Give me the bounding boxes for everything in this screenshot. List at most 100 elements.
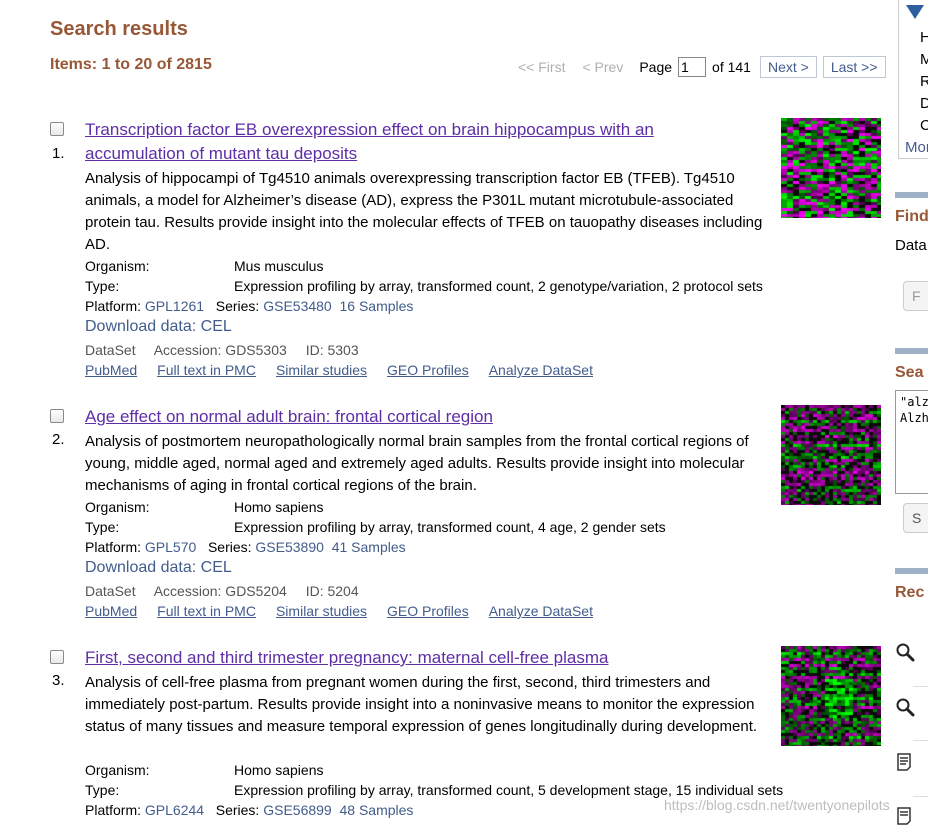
find-button[interactable]: F — [903, 281, 928, 311]
series-link[interactable]: GSE53480 — [263, 298, 332, 314]
type-value: Expression profiling by array, transform… — [234, 519, 666, 535]
download-data-link[interactable]: Download data: CEL — [85, 318, 232, 336]
recent-activity-heading: Rec — [895, 584, 925, 601]
type-label: Type: — [85, 519, 120, 535]
organism-row: Organism: Homo sapiens — [85, 497, 324, 517]
result-title-link[interactable]: First, second and third trimester pregna… — [85, 646, 725, 670]
analyze-dataset-link[interactable]: Analyze DataSet — [489, 362, 593, 378]
platform-link[interactable]: GPL570 — [145, 539, 196, 555]
dataset-kind: DataSet — [85, 342, 136, 358]
result-item: 1. Transcription factor EB overexpressio… — [50, 118, 881, 388]
platform-label: Platform: — [85, 298, 142, 314]
result-checkbox[interactable] — [50, 122, 64, 136]
filter-option[interactable]: D — [920, 95, 928, 112]
search-details-textarea[interactable]: "alz Alzh — [895, 390, 928, 494]
analyze-dataset-link[interactable]: Analyze DataSet — [489, 603, 593, 619]
result-description: Analysis of postmortem neuropathological… — [85, 433, 749, 494]
platform-row: Platform: GPL570 Series: GSE53890 41 Sam… — [85, 537, 406, 557]
platform-label: Platform: — [85, 802, 142, 818]
organism-value: Mus musculus — [234, 258, 324, 274]
dataset-kind: DataSet — [85, 583, 136, 599]
find-text: Data — [895, 237, 927, 254]
filter-option[interactable]: M — [920, 51, 928, 68]
result-number: 3. — [52, 672, 65, 689]
heatmap-thumbnail[interactable] — [781, 405, 881, 505]
result-number: 2. — [52, 431, 65, 448]
result-number: 1. — [52, 145, 65, 162]
magnifier-icon[interactable] — [895, 697, 915, 717]
filter-option[interactable]: H — [920, 29, 928, 46]
document-icon[interactable] — [895, 806, 915, 826]
organism-value: Homo sapiens — [234, 762, 324, 778]
type-row: Type: Expression profiling by array, tran… — [85, 517, 666, 537]
right-sidebar: H M R D C Mor Find Data F Sea "alz Alzh … — [895, 0, 928, 826]
pager: << First < Prev Page of 141 Next > Last … — [518, 55, 886, 79]
series-label: Series: — [215, 298, 260, 314]
type-value: Expression profiling by array, transform… — [234, 278, 763, 294]
pubmed-link[interactable]: PubMed — [85, 362, 137, 378]
type-row: Type: Expression profiling by array, tran… — [85, 276, 763, 296]
recent-divider — [913, 686, 928, 687]
dataset-id: ID: 5303 — [305, 342, 359, 358]
organism-label: Organism: — [85, 258, 150, 274]
section-divider — [895, 348, 928, 354]
result-item: 2. Age effect on normal adult brain: fro… — [50, 405, 881, 625]
result-title-link[interactable]: Transcription factor EB overexpression e… — [85, 118, 725, 166]
result-title-link[interactable]: Age effect on normal adult brain: fronta… — [85, 405, 725, 429]
full-text-pmc-link[interactable]: Full text in PMC — [157, 362, 256, 378]
next-page-button[interactable]: Next > — [759, 56, 817, 78]
type-value: Expression profiling by array, transform… — [234, 782, 784, 798]
platform-link[interactable]: GPL1261 — [145, 298, 204, 314]
heatmap-thumbnail[interactable] — [781, 646, 881, 746]
platform-link[interactable]: GPL6244 — [145, 802, 204, 818]
collapse-triangle-icon[interactable] — [906, 5, 924, 19]
first-page-link: << First — [518, 59, 566, 75]
geo-profiles-link[interactable]: GEO Profiles — [387, 603, 469, 619]
heatmap-thumbnail[interactable] — [781, 118, 881, 218]
samples-link[interactable]: 16 Samples — [340, 298, 414, 314]
watermark: https://blog.csdn.net/twentyonepilots — [664, 797, 890, 813]
prev-page-link: < Prev — [582, 59, 624, 75]
result-description: Analysis of cell-free plasma from pregna… — [85, 674, 758, 735]
type-label: Type: — [85, 782, 120, 798]
search-details-text: "alz Alzh — [900, 395, 928, 425]
document-icon[interactable] — [895, 752, 915, 772]
similar-studies-link[interactable]: Similar studies — [276, 362, 367, 378]
organism-value: Homo sapiens — [234, 499, 324, 515]
full-text-pmc-link[interactable]: Full text in PMC — [157, 603, 256, 619]
find-heading: Find — [895, 208, 928, 225]
page-label: Page — [639, 59, 673, 75]
last-page-button[interactable]: Last >> — [822, 56, 886, 78]
organism-label: Organism: — [85, 499, 150, 515]
search-button[interactable]: S — [903, 503, 928, 533]
more-link[interactable]: Mor — [905, 139, 928, 156]
page-input[interactable] — [678, 57, 707, 77]
dataset-row: DataSet Accession: GDS5303 ID: 5303 — [85, 342, 374, 358]
search-details-heading: Sea — [895, 364, 924, 381]
result-checkbox[interactable] — [50, 409, 64, 423]
similar-studies-link[interactable]: Similar studies — [276, 603, 367, 619]
series-label: Series: — [207, 539, 252, 555]
recent-divider — [913, 740, 928, 741]
filter-option[interactable]: R — [920, 73, 928, 90]
filter-option[interactable]: C — [920, 117, 928, 134]
series-link[interactable]: GSE53890 — [255, 539, 324, 555]
items-count: Items: 1 to 20 of 2815 — [50, 56, 212, 73]
result-description: Analysis of hippocampi of Tg4510 animals… — [85, 170, 763, 253]
pubmed-link[interactable]: PubMed — [85, 603, 137, 619]
organism-row: Organism: Mus musculus — [85, 256, 323, 276]
result-checkbox[interactable] — [50, 650, 64, 664]
section-divider — [895, 192, 928, 198]
platform-row: Platform: GPL1261 Series: GSE53480 16 Sa… — [85, 296, 413, 316]
section-divider — [895, 568, 928, 574]
page-title: Search results — [50, 18, 188, 40]
series-link[interactable]: GSE56899 — [263, 802, 332, 818]
samples-link[interactable]: 41 Samples — [332, 539, 406, 555]
download-data-link[interactable]: Download data: CEL — [85, 559, 232, 577]
page-of-label: of 141 — [712, 59, 751, 75]
geo-profiles-link[interactable]: GEO Profiles — [387, 362, 469, 378]
dataset-row: DataSet Accession: GDS5204 ID: 5204 — [85, 583, 374, 599]
magnifier-icon[interactable] — [895, 642, 915, 662]
platform-row: Platform: GPL6244 Series: GSE56899 48 Sa… — [85, 800, 413, 820]
samples-link[interactable]: 48 Samples — [340, 802, 414, 818]
